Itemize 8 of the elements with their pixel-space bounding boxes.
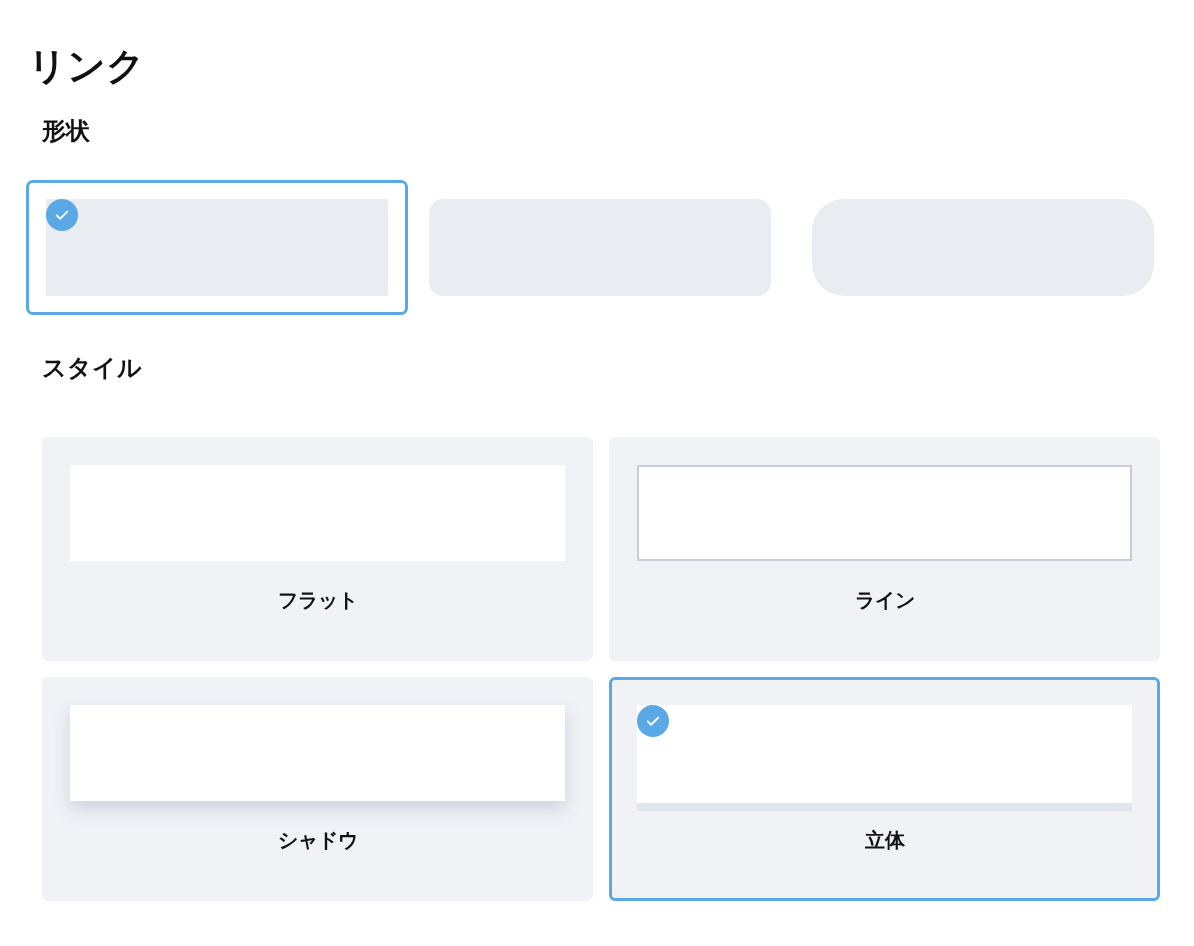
style-option[interactable]: シャドウ bbox=[42, 677, 593, 901]
style-option[interactable]: ライン bbox=[609, 437, 1160, 661]
style-option[interactable]: 立体 bbox=[609, 677, 1160, 901]
style-option[interactable]: フラット bbox=[42, 437, 593, 661]
section-heading: 形状 bbox=[42, 116, 91, 147]
section-heading: スタイル bbox=[42, 353, 143, 384]
page-title: リンク bbox=[28, 43, 146, 90]
shape-option[interactable] bbox=[26, 180, 408, 315]
